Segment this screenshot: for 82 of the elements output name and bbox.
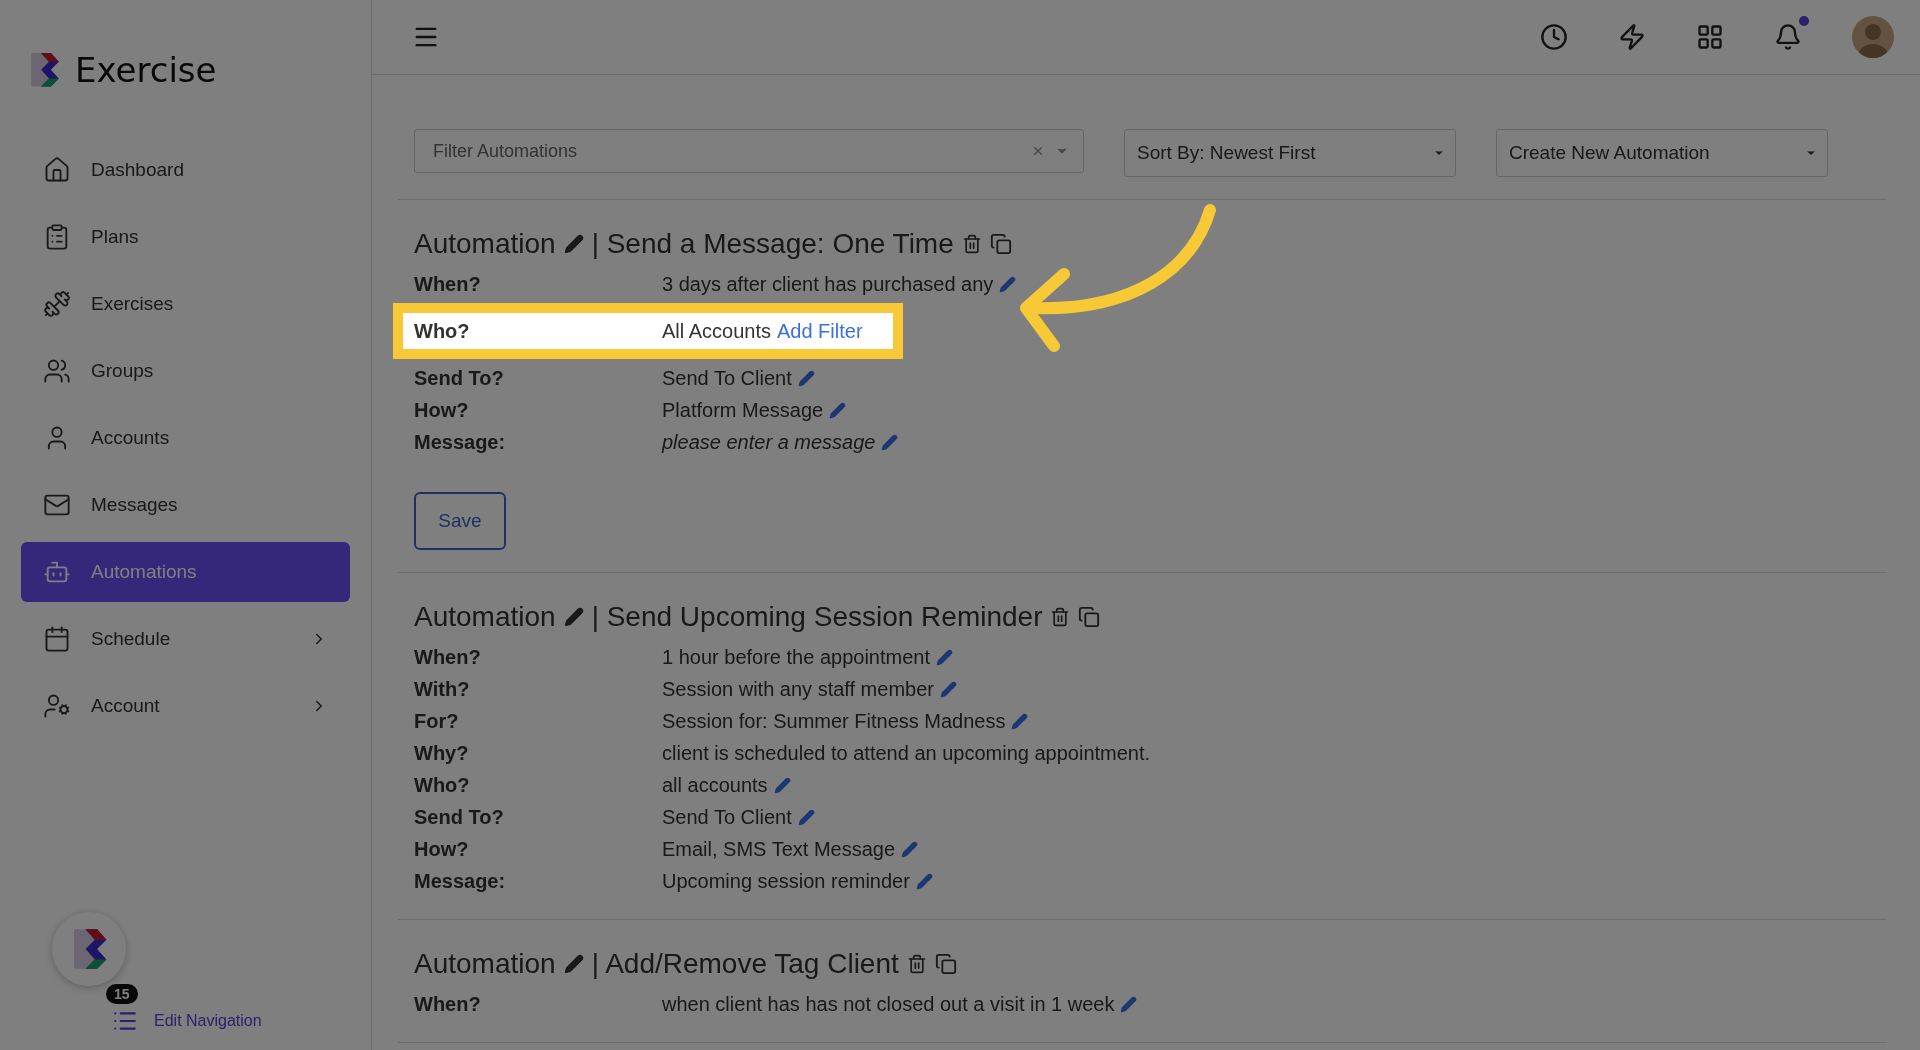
field-value: client is scheduled to attend an upcoming appointment.	[662, 741, 1151, 765]
field-label: For?	[414, 709, 460, 733]
nav-item[interactable]: Automations	[21, 542, 350, 602]
count-badge: 15	[106, 984, 138, 1004]
field-label: With?	[414, 677, 471, 701]
save-button[interactable]: Save	[414, 492, 506, 550]
pencil-icon[interactable]	[940, 680, 957, 698]
nav-item[interactable]: Account	[21, 676, 350, 736]
field-label: Who?	[414, 773, 471, 797]
field-label: Why?	[414, 741, 470, 765]
automation-title: | Add/Remove Tag Client	[591, 948, 899, 980]
automation-label: Automation	[414, 948, 556, 980]
field-label: How?	[414, 837, 470, 861]
copy-icon[interactable]	[1078, 606, 1101, 628]
field-value: Send To Client	[662, 366, 792, 390]
automation-title: | Send Upcoming Session Reminder	[591, 601, 1043, 633]
trash-icon[interactable]	[906, 954, 927, 974]
nav-icon	[43, 156, 71, 184]
field-value: please enter a message	[662, 430, 876, 454]
pencil-icon[interactable]	[915, 872, 933, 890]
avatar[interactable]	[1852, 16, 1894, 58]
pencil-icon[interactable]	[1011, 712, 1029, 730]
field-label: How?	[414, 398, 470, 422]
trash-icon[interactable]	[961, 234, 982, 254]
nav-item[interactable]: Exercises	[21, 274, 350, 334]
nav-item[interactable]: Dashboard	[21, 140, 350, 200]
field-value: 1 hour before the appointment	[662, 645, 930, 669]
pencil-icon[interactable]	[901, 840, 919, 858]
bell-icon[interactable]	[1774, 23, 1802, 51]
field-value: 3 days after client has purchased any	[662, 272, 994, 296]
field-label: When?	[414, 992, 482, 1016]
pencil-icon[interactable]	[1120, 995, 1138, 1013]
filter-input[interactable]: Filter Automations	[431, 139, 1021, 163]
nav-icon	[43, 625, 71, 653]
pencil-icon[interactable]	[881, 433, 899, 451]
help-bubble[interactable]	[52, 912, 126, 986]
field-label: Message:	[414, 430, 507, 454]
nav-icon	[43, 692, 71, 720]
field-label: Message:	[414, 869, 507, 893]
sort-dropdown[interactable]: Sort By: Newest First	[1124, 129, 1456, 177]
field-value: all accounts	[662, 773, 768, 797]
pencil-icon[interactable]	[999, 275, 1017, 293]
pencil-icon[interactable]	[935, 648, 953, 666]
field-label: Send To?	[414, 366, 505, 390]
pencil-icon[interactable]	[829, 401, 847, 419]
field-value: Session with any staff member	[662, 677, 934, 701]
automation-label: Automation	[414, 228, 556, 260]
field-value: Email, SMS Text Message	[662, 837, 896, 861]
nav-icon	[43, 357, 71, 385]
create-automation-dropdown[interactable]: Create New Automation	[1496, 129, 1828, 177]
edit-navigation-link[interactable]: Edit Navigation	[112, 1008, 262, 1034]
pencil-icon[interactable]	[563, 234, 584, 254]
field-value: Session for: Summer Fitness Madness	[662, 709, 1006, 733]
field-value: when client has has not closed out a visit in 1 week	[662, 992, 1115, 1016]
trash-icon[interactable]	[1050, 607, 1071, 627]
nav-item[interactable]: Schedule	[21, 609, 350, 669]
automation-title: | Send a Message: One Time	[591, 228, 954, 260]
nav-item[interactable]: Groups	[21, 341, 350, 401]
nav-item[interactable]: Plans	[21, 207, 350, 267]
nav-item[interactable]: Accounts	[21, 408, 350, 468]
pencil-icon[interactable]	[797, 808, 815, 826]
pencil-icon[interactable]	[773, 776, 791, 794]
pencil-icon[interactable]	[563, 607, 584, 627]
automation-label: Automation	[414, 601, 556, 633]
field-value: All Accounts	[662, 319, 771, 343]
copy-icon[interactable]	[934, 953, 957, 975]
pencil-icon[interactable]	[563, 954, 584, 974]
nav-icon	[43, 290, 71, 318]
field-value: Upcoming session reminder	[662, 869, 910, 893]
field-value: Send To Client	[662, 805, 792, 829]
field-label: Send To?	[414, 805, 505, 829]
copy-icon[interactable]	[989, 233, 1012, 255]
field-value: Platform Message	[662, 398, 824, 422]
filter-field[interactable]: Filter Automations	[414, 129, 1084, 173]
field-label: When?	[414, 272, 482, 296]
field-label: Who?	[414, 319, 471, 343]
clear-icon[interactable]	[1031, 144, 1045, 158]
add-filter-link[interactable]: Add Filter	[776, 319, 863, 343]
nav-item[interactable]: Messages	[21, 475, 350, 535]
brand-name: Exercise	[75, 50, 217, 90]
field-label: When?	[414, 645, 482, 669]
pencil-icon[interactable]	[797, 369, 815, 387]
